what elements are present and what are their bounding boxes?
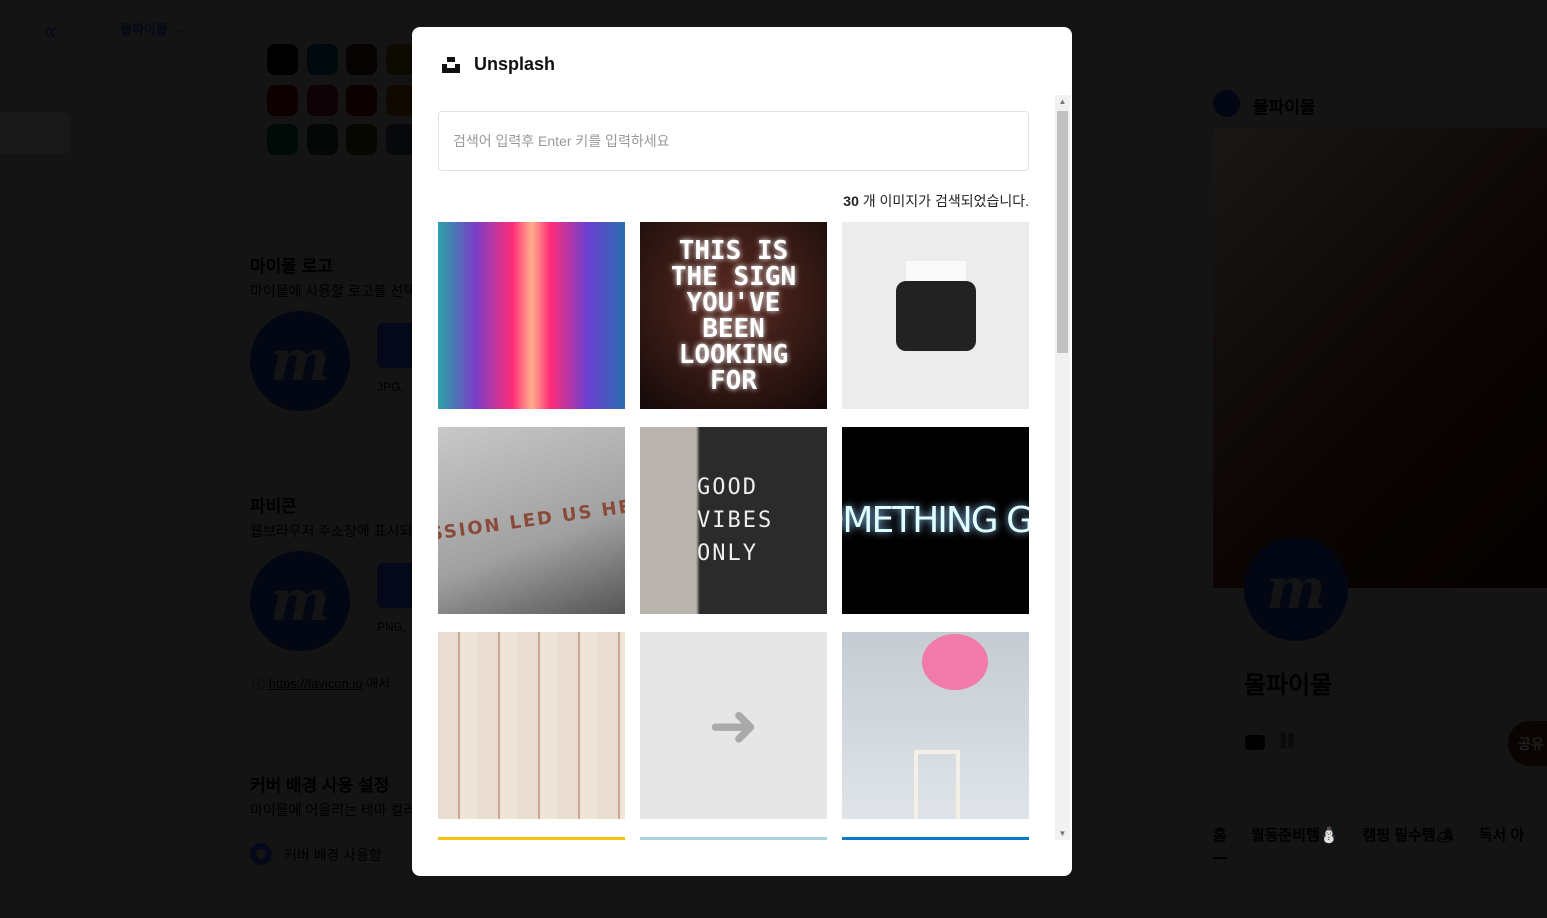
preview-name: 몰파이몰 <box>1244 672 1333 699</box>
result-count-label: 개 이미지가 검색되었습니다. <box>858 193 1029 209</box>
youtube-icon[interactable] <box>1245 735 1265 750</box>
photo-thumbnail[interactable] <box>438 632 625 819</box>
photo-caption: SSION LED US HE <box>438 495 625 546</box>
favicon-link-suffix: 에서 <box>366 676 391 691</box>
unsplash-logo-icon <box>442 56 460 73</box>
cover-section-title: 커버 배경 사용 설정 <box>250 776 390 795</box>
preview-avatar <box>1213 90 1240 117</box>
photo-thumbnail[interactable]: SOMETHING GRE <box>842 427 1029 614</box>
photo-thumbnail[interactable] <box>438 222 625 409</box>
logo-section-title: 마이몰 로고 <box>250 257 333 276</box>
photo-thumbnail[interactable]: THIS IS THE SIGN YOU'VE BEEN LOOKING FOR <box>640 222 827 409</box>
preview-logo: m <box>1244 537 1348 641</box>
logo-preview: m <box>250 311 350 411</box>
photo-thumbnail[interactable]: GOOD VIBES ONLY <box>640 427 827 614</box>
favicon-info: ⓘ https://favicon.io 에서 <box>252 676 391 691</box>
photo-caption: THIS IS THE SIGN YOU'VE BEEN LOOKING FOR <box>670 235 797 396</box>
photo-thumbnail[interactable] <box>438 837 625 840</box>
preview-header-name: 몰파이몰 <box>1253 98 1316 117</box>
photo-thumbnail[interactable] <box>842 837 1029 840</box>
photo-thumbnail[interactable]: ➜ <box>640 632 827 819</box>
balloon-shape <box>922 634 988 690</box>
favicon-section-desc: 웹브라우저 주소창에 표시되 <box>250 523 413 539</box>
cover-radio-label: 커버 배경 사용함 <box>284 847 382 863</box>
photo-thumbnail[interactable] <box>842 632 1029 819</box>
preview-cover-image <box>1213 128 1547 588</box>
preview-tab[interactable]: 홈 <box>1213 824 1227 859</box>
modal-header: Unsplash <box>442 54 555 75</box>
scrollbar-thumb[interactable] <box>1057 111 1068 353</box>
scroll-up-icon[interactable]: ▲ <box>1055 97 1070 106</box>
photo-caption: GOOD VIBES ONLY <box>697 475 774 566</box>
logo-hint: JPG, <box>377 380 404 394</box>
link-icon[interactable]: ⛓ <box>1277 731 1297 751</box>
photo-thumbnail[interactable] <box>842 222 1029 409</box>
collapse-sidebar-icon[interactable]: « <box>44 18 56 44</box>
result-count-number: 30 <box>843 193 859 209</box>
favicon-preview: m <box>250 551 350 651</box>
breadcrumb-label: 몰파이몰 <box>120 22 168 37</box>
modal-scroll-area[interactable]: 30 개 이미지가 검색되었습니다. THIS IS THE SIGN YOU'… <box>412 95 1072 840</box>
logo-section-desc: 마이몰에 사용할 로고를 선택 <box>250 283 417 299</box>
cover-radio[interactable] <box>250 843 272 865</box>
preview-tabs: 홈 월동준비템⛄ 캠핑 필수템🏕 독서 아 <box>1213 824 1524 859</box>
preview-tab[interactable]: 월동준비템⛄ <box>1251 824 1339 859</box>
chair-shape <box>914 750 960 819</box>
preview-tab[interactable]: 캠핑 필수템🏕 <box>1363 824 1455 859</box>
typewriter-shape <box>895 280 976 351</box>
scrollbar[interactable]: ▲ ▼ <box>1055 95 1070 840</box>
favicon-hint: PNG, <box>377 620 407 634</box>
result-count: 30 개 이미지가 검색되었습니다. <box>843 191 1029 211</box>
sidebar-active-item[interactable] <box>0 112 70 154</box>
scroll-down-icon[interactable]: ▼ <box>1055 829 1070 838</box>
arrow-shape: ➜ <box>708 691 759 759</box>
cover-section-desc: 마이몰에 어울리는 테마 컬러 <box>250 802 417 818</box>
favicon-link[interactable]: https://favicon.io <box>269 676 363 691</box>
photo-thumbnail[interactable]: SSION LED US HE <box>438 427 625 614</box>
photo-caption: SOMETHING GRE <box>842 500 1029 541</box>
share-button[interactable]: 공유 <box>1508 721 1547 766</box>
favicon-section-title: 파비콘 <box>250 497 297 516</box>
search-input[interactable] <box>438 111 1029 171</box>
unsplash-modal: Unsplash 30 개 이미지가 검색되었습니다. THIS IS THE … <box>412 27 1072 876</box>
preview-tab[interactable]: 독서 아 <box>1479 824 1525 859</box>
photo-thumbnail[interactable] <box>640 837 827 840</box>
modal-title: Unsplash <box>474 54 556 74</box>
breadcrumb[interactable]: 몰파이몰 → <box>120 19 184 38</box>
